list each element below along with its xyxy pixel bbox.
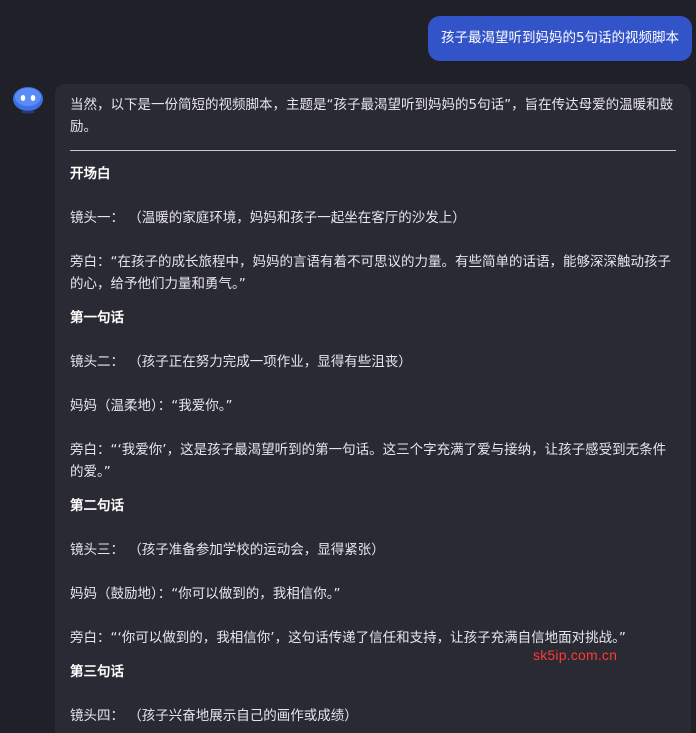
user-message-bubble: 孩子最渴望听到妈妈的5句话的视频脚本 xyxy=(428,16,692,61)
divider xyxy=(70,150,676,151)
script-line: 旁白：“在孩子的成长旅程中，妈妈的言语有着不可思议的力量。有些简单的话语，能够深… xyxy=(70,254,671,292)
script-line: 镜头四： （孩子兴奋地展示自己的画作或成绩） xyxy=(70,708,358,724)
script-line: 旁白：“‘你可以做到的，我相信你’，这句话传递了信任和支持，让孩子充满自信地面对… xyxy=(70,630,626,646)
assistant-intro: 当然，以下是一份简短的视频脚本，主题是“孩子最渴望听到妈妈的5句话”，旨在传达母… xyxy=(70,97,674,135)
section-heading: 第一句话 xyxy=(70,310,124,326)
script-line: 镜头二： （孩子正在努力完成一项作业，显得有些沮丧） xyxy=(70,354,412,370)
robot-icon xyxy=(13,87,43,114)
script-line: 旁白：“‘我爱你’，这是孩子最渴望听到的第一句话。这三个字充满了爱与接纳，让孩子… xyxy=(70,442,667,480)
section-heading: 第三句话 xyxy=(70,664,124,680)
chat-page: 孩子最渴望听到妈妈的5句话的视频脚本 当然，以下是一份简短的视频脚本，主题是“孩… xyxy=(0,0,696,733)
assistant-message-card: 当然，以下是一份简短的视频脚本，主题是“孩子最渴望听到妈妈的5句话”，旨在传达母… xyxy=(55,84,691,733)
watermark-text: sk5ip.com.cn xyxy=(533,647,618,663)
script-line: 妈妈（温柔地）：“我爱你。” xyxy=(70,398,233,414)
script-line: 镜头一： （温暖的家庭环境，妈妈和孩子一起坐在客厅的沙发上） xyxy=(70,210,466,226)
section-heading: 第二句话 xyxy=(70,498,124,514)
script-line: 镜头三： （孩子准备参加学校的运动会，显得紧张） xyxy=(70,542,385,558)
section-heading: 开场白 xyxy=(70,166,111,182)
script-line: 妈妈（鼓励地）：“你可以做到的，我相信你。” xyxy=(70,586,341,602)
assistant-avatar xyxy=(12,86,44,114)
